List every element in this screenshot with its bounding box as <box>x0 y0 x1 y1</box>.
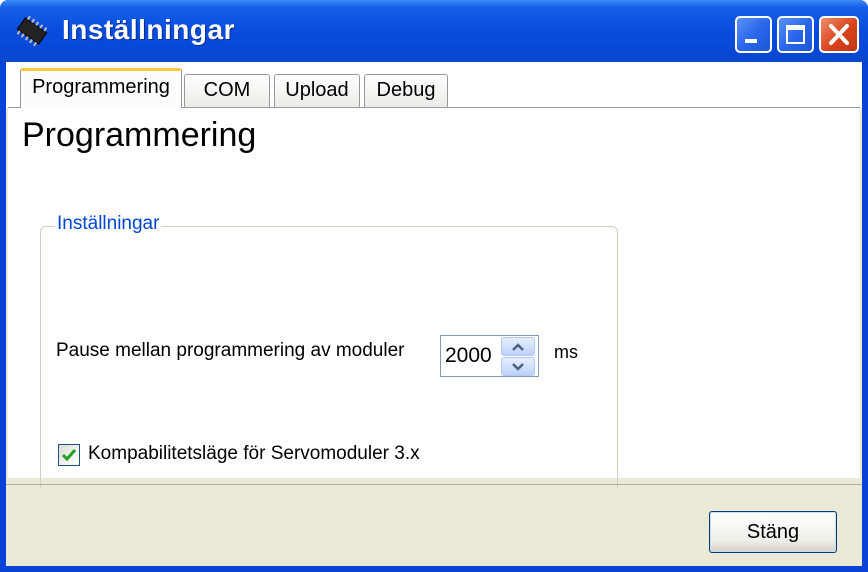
tab-debug[interactable]: Debug <box>364 74 448 107</box>
window-title: Inställningar <box>62 14 235 45</box>
pause-label: Pause mellan programmering av moduler <box>56 340 405 361</box>
maximize-button[interactable] <box>777 16 814 53</box>
footer-divider <box>6 484 862 485</box>
title-bar[interactable]: Inställningar <box>0 0 868 62</box>
spin-down-button[interactable] <box>501 357 535 376</box>
compat-checkbox-label[interactable]: Kompabilitetsläge för Servomoduler 3.x <box>88 443 420 465</box>
app-chip-icon <box>16 15 48 47</box>
groupbox-legend: Inställningar <box>55 213 162 235</box>
spin-up-button[interactable] <box>501 337 535 356</box>
pause-value-input[interactable]: 2000 <box>445 344 492 368</box>
tab-page-programmering: Programmering Inställningar Pause mellan… <box>8 107 860 488</box>
chevron-down-icon <box>512 362 524 371</box>
close-button[interactable]: Stäng <box>709 511 837 553</box>
pause-spinner[interactable]: 2000 <box>440 335 539 377</box>
minimize-button[interactable] <box>735 16 772 53</box>
client-area: Programmering COM Upload Debug Programme… <box>6 62 862 566</box>
close-icon <box>829 24 849 45</box>
pause-unit-label: ms <box>554 342 578 362</box>
checkmark-icon <box>61 449 77 462</box>
tab-programmering[interactable]: Programmering <box>20 68 182 108</box>
tab-com[interactable]: COM <box>184 74 270 107</box>
page-title: Programmering <box>22 116 257 154</box>
minimize-icon <box>745 39 757 43</box>
settings-window: Inställningar Programmering COM Upload D… <box>0 0 868 572</box>
tab-upload[interactable]: Upload <box>274 74 360 107</box>
chevron-up-icon <box>512 342 524 351</box>
maximize-icon <box>786 25 805 44</box>
compat-checkbox[interactable] <box>58 444 80 466</box>
tab-strip: Programmering COM Upload Debug <box>6 62 862 108</box>
close-window-button[interactable] <box>819 16 859 53</box>
